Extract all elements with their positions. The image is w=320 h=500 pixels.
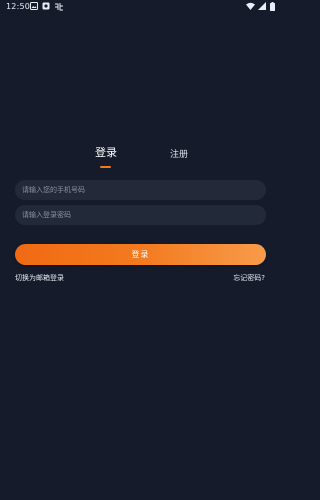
forgot-password-link[interactable]: 忘记密码? <box>233 273 265 283</box>
active-tab-indicator <box>100 166 111 168</box>
status-time: 12:50 <box>6 2 31 11</box>
password-input[interactable] <box>15 205 266 225</box>
login-screen: 12:50 登录 注册 请输入您的手机号码 登录 切换为邮箱登录 忘记密码? <box>0 0 281 500</box>
tab-register[interactable]: 注册 <box>170 148 188 162</box>
password-field-container <box>15 205 266 225</box>
wifi-icon <box>246 2 255 11</box>
status-icons-left <box>30 2 63 11</box>
app-badge-icon <box>54 2 63 11</box>
status-bar: 12:50 <box>0 0 281 14</box>
auth-tabs: 登录 注册 <box>0 146 281 170</box>
battery-icon <box>270 2 276 11</box>
notification-icon <box>42 2 51 11</box>
switch-email-login-link[interactable]: 切换为邮箱登录 <box>15 273 64 283</box>
image-icon <box>30 2 39 11</box>
phone-input[interactable] <box>15 180 266 200</box>
phone-field-container <box>15 180 266 200</box>
status-icons-right <box>246 2 276 11</box>
login-button[interactable]: 登录 <box>15 244 266 265</box>
signal-icon <box>258 2 267 11</box>
tab-login[interactable]: 登录 <box>95 146 117 160</box>
